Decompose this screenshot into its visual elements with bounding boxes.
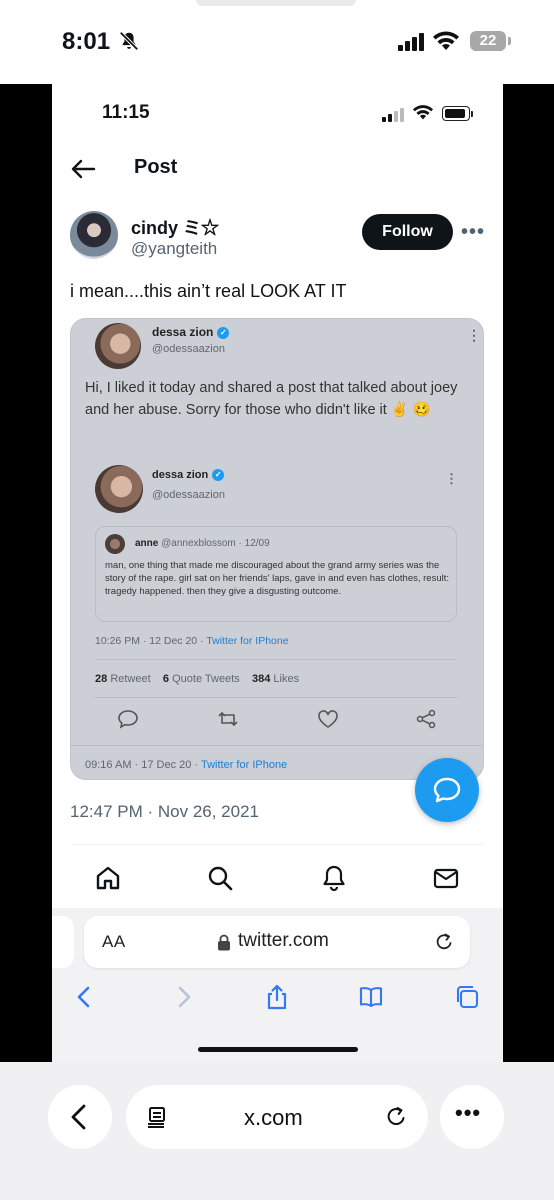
bookmarks-book-icon[interactable] [358, 984, 384, 1010]
verified-badge-icon: ✓ [212, 469, 225, 482]
inner-battery-nub [471, 111, 473, 117]
reply-bubble-icon [433, 777, 461, 803]
divider [95, 659, 457, 660]
media-meta: 09:16 AM · 17 Dec 20 · Twitter for IPhon… [85, 759, 287, 771]
compose-reply-button[interactable] [415, 758, 479, 822]
reload-icon[interactable] [434, 932, 454, 952]
back-arrow-icon[interactable] [70, 158, 96, 180]
nested-meta-time: 10:26 PM · 12 Dec 20 · [95, 635, 207, 647]
media-nested-avatar [95, 465, 143, 513]
quote-label: Quote Tweets [172, 673, 240, 685]
outer-back-button[interactable] [48, 1085, 112, 1149]
tweet-timestamp: 12:47 PM · Nov 26, 2021 [70, 802, 260, 821]
page-title: Post [134, 156, 178, 178]
tweet-text: i mean....this ain’t real LOOK AT IT [70, 281, 347, 301]
media-nested-kebab-icon: ⋮ [445, 471, 458, 486]
nested-meta-source: Twitter for IPhone [206, 635, 289, 647]
more-options-icon[interactable]: ••• [461, 221, 485, 244]
divider [70, 844, 484, 845]
tabs-icon[interactable] [454, 984, 480, 1010]
media-post-text: Hi, I liked it today and shared a post t… [85, 380, 458, 418]
nested-meta: 10:26 PM · 12 Dec 20 · Twitter for IPhon… [95, 635, 289, 647]
reply-icon [118, 710, 138, 729]
author-avatar[interactable] [70, 211, 118, 259]
reload-icon[interactable] [384, 1105, 408, 1129]
address-domain[interactable]: twitter.com [238, 930, 329, 952]
share-icon[interactable] [264, 984, 290, 1010]
battery-level: 22 [470, 31, 506, 51]
previous-tab-stub[interactable] [52, 916, 74, 968]
battery-nub [508, 37, 511, 45]
notifications-bell-icon[interactable] [320, 864, 348, 892]
top-pill [196, 0, 356, 6]
more-dots-icon: ••• [455, 1100, 482, 1125]
embedded-screenshot: 11:15 Post cindy ミ☆ @yangteith Follow ••… [52, 84, 503, 1062]
bottom-nav [52, 846, 503, 908]
author-handle[interactable]: @yangteith [131, 239, 217, 259]
quoted-handle-date: @annexblossom · 12/09 [161, 538, 270, 549]
home-indicator [198, 1047, 358, 1052]
letterbox-left [0, 84, 52, 1062]
screen: 8:01 22 11:15 Post cindy ミ☆ @yangteith F… [0, 0, 554, 1200]
author-name[interactable]: cindy ミ☆ [131, 214, 219, 240]
wifi-icon [433, 31, 459, 50]
media-post-handle: @odessaazion [152, 343, 225, 355]
divider [95, 697, 457, 698]
retweet-icon [218, 712, 238, 726]
reader-mode-icon[interactable] [146, 1105, 170, 1129]
cellular-signal-icon [398, 33, 424, 51]
chevron-left-icon [71, 1104, 86, 1130]
inner-wifi-icon [412, 105, 434, 120]
letterbox-right [503, 84, 554, 1062]
tweet-media-image[interactable]: dessa zion ✓ @odessaazion ⋮ Hi, I liked i… [70, 318, 484, 780]
outer-address-domain[interactable]: x.com [244, 1105, 303, 1131]
share-icon [416, 709, 436, 729]
inner-battery-fill [445, 109, 465, 118]
like-label: Likes [273, 673, 300, 685]
lock-icon [218, 934, 230, 951]
media-meta-source: Twitter for IPhone [200, 759, 288, 771]
divider [71, 745, 483, 746]
search-icon[interactable] [206, 864, 234, 892]
reader-aa-button[interactable]: AA [102, 932, 126, 952]
outer-clock: 8:01 [62, 28, 111, 55]
media-kebab-icon: ⋮ [467, 327, 481, 343]
retweet-count: 28 [95, 673, 108, 685]
quoted-text: man, one thing that made me discouraged … [105, 560, 450, 597]
media-post-name-text: dessa zion [152, 325, 214, 339]
media-post-name: dessa zion ✓ [152, 325, 230, 339]
messages-envelope-icon[interactable] [432, 864, 460, 892]
bell-muted-icon [119, 31, 139, 51]
nested-stats: 28 Retweet 6 Quote Tweets 384 Likes [95, 673, 299, 685]
like-count: 384 [252, 673, 271, 685]
quote-count: 6 [162, 673, 170, 685]
inner-clock: 11:15 [102, 102, 150, 123]
retweet-label: Retweet [110, 673, 151, 685]
follow-button[interactable]: Follow [362, 214, 453, 250]
media-nested-name-text: dessa zion [152, 469, 209, 481]
media-nested-name: dessa zion ✓ [152, 469, 225, 482]
quoted-avatar [105, 534, 125, 554]
safari-back-icon[interactable] [72, 984, 98, 1010]
quoted-name: anne [135, 538, 159, 549]
verified-badge-icon: ✓ [217, 326, 230, 339]
home-icon[interactable] [94, 864, 122, 892]
like-icon [318, 710, 338, 728]
safari-forward-icon[interactable] [170, 984, 196, 1010]
media-nested-handle: @odessaazion [152, 489, 225, 501]
media-avatar [95, 323, 141, 369]
quoted-header: anne @annexblossom · 12/09 [135, 538, 270, 549]
media-meta-time: 09:16 AM · 17 Dec 20 · [85, 759, 201, 771]
inner-signal-icon [382, 108, 404, 122]
